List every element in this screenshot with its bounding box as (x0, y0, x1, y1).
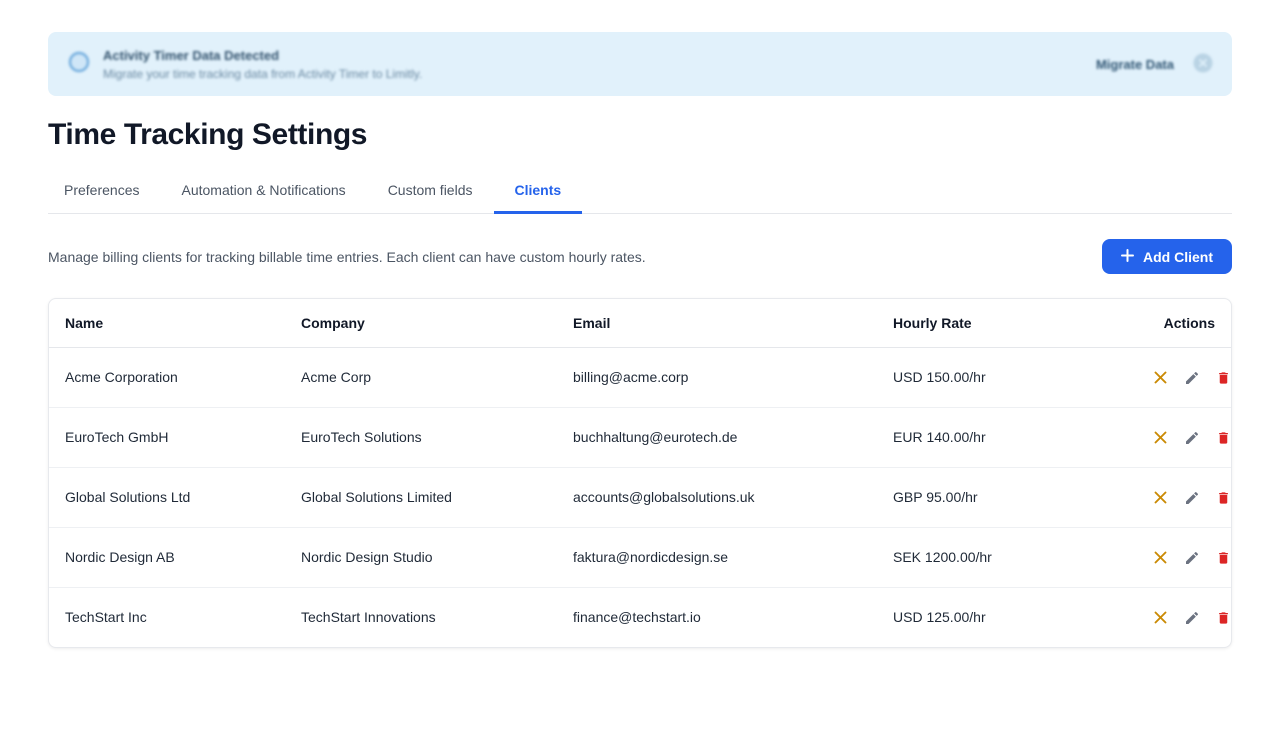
x-icon (1153, 610, 1168, 625)
x-icon (1153, 370, 1168, 385)
clients-toolbar: Manage billing clients for tracking bill… (48, 239, 1232, 274)
table-header-row: Name Company Email Hourly Rate Actions (49, 299, 1231, 347)
deactivate-client-button[interactable] (1153, 430, 1168, 445)
client-email: billing@acme.corp (557, 347, 877, 407)
edit-client-button[interactable] (1184, 430, 1200, 446)
pencil-icon (1184, 490, 1200, 506)
column-header-email: Email (557, 299, 877, 347)
client-hourly-rate: SEK 1200.00/hr (877, 527, 1125, 587)
delete-client-button[interactable] (1216, 430, 1231, 446)
close-circle-icon (1192, 52, 1214, 77)
trash-icon (1216, 610, 1231, 626)
client-name: EuroTech GmbH (49, 407, 285, 467)
client-email: buchhaltung@eurotech.de (557, 407, 877, 467)
client-company: Nordic Design Studio (285, 527, 557, 587)
client-email: finance@techstart.io (557, 587, 877, 647)
client-hourly-rate: GBP 95.00/hr (877, 467, 1125, 527)
add-client-label: Add Client (1143, 249, 1213, 265)
info-circle-icon (68, 51, 90, 78)
deactivate-client-button[interactable] (1153, 490, 1168, 505)
client-hourly-rate: EUR 140.00/hr (877, 407, 1125, 467)
trash-icon (1216, 430, 1231, 446)
pencil-icon (1184, 370, 1200, 386)
client-company: Acme Corp (285, 347, 557, 407)
x-icon (1153, 430, 1168, 445)
client-company: TechStart Innovations (285, 587, 557, 647)
banner-title: Activity Timer Data Detected (103, 48, 422, 63)
client-name: TechStart Inc (49, 587, 285, 647)
client-name: Global Solutions Ltd (49, 467, 285, 527)
x-icon (1153, 550, 1168, 565)
client-name: Acme Corporation (49, 347, 285, 407)
delete-client-button[interactable] (1216, 490, 1231, 506)
settings-tabs: Preferences Automation & Notifications C… (48, 182, 1232, 214)
page-title: Time Tracking Settings (48, 118, 1232, 152)
table-row: TechStart Inc TechStart Innovations fina… (49, 587, 1231, 647)
column-header-name: Name (49, 299, 285, 347)
tab-preferences[interactable]: Preferences (48, 182, 160, 214)
trash-icon (1216, 490, 1231, 506)
trash-icon (1216, 370, 1231, 386)
client-name: Nordic Design AB (49, 527, 285, 587)
deactivate-client-button[interactable] (1153, 370, 1168, 385)
plus-icon (1121, 249, 1134, 265)
deactivate-client-button[interactable] (1153, 550, 1168, 565)
column-header-actions: Actions (1125, 299, 1231, 347)
migration-banner: Activity Timer Data Detected Migrate you… (48, 32, 1232, 96)
edit-client-button[interactable] (1184, 610, 1200, 626)
delete-client-button[interactable] (1216, 610, 1231, 626)
pencil-icon (1184, 430, 1200, 446)
clients-table: Name Company Email Hourly Rate Actions A… (49, 299, 1231, 647)
delete-client-button[interactable] (1216, 370, 1231, 386)
tab-custom-fields[interactable]: Custom fields (367, 182, 494, 214)
delete-client-button[interactable] (1216, 550, 1231, 566)
settings-page: Activity Timer Data Detected Migrate you… (0, 32, 1280, 648)
client-email: faktura@nordicdesign.se (557, 527, 877, 587)
banner-subtitle: Migrate your time tracking data from Act… (103, 67, 422, 81)
tab-clients[interactable]: Clients (494, 182, 583, 214)
edit-client-button[interactable] (1184, 490, 1200, 506)
column-header-company: Company (285, 299, 557, 347)
clients-description: Manage billing clients for tracking bill… (48, 249, 646, 265)
add-client-button[interactable]: Add Client (1102, 239, 1232, 274)
x-icon (1153, 490, 1168, 505)
pencil-icon (1184, 610, 1200, 626)
trash-icon (1216, 550, 1231, 566)
clients-table-card: Name Company Email Hourly Rate Actions A… (48, 298, 1232, 648)
deactivate-client-button[interactable] (1153, 610, 1168, 625)
tab-automation-notifications[interactable]: Automation & Notifications (160, 182, 366, 214)
client-email: accounts@globalsolutions.uk (557, 467, 877, 527)
edit-client-button[interactable] (1184, 370, 1200, 386)
pencil-icon (1184, 550, 1200, 566)
column-header-hourly-rate: Hourly Rate (877, 299, 1125, 347)
client-hourly-rate: USD 150.00/hr (877, 347, 1125, 407)
table-row: Acme Corporation Acme Corp billing@acme.… (49, 347, 1231, 407)
client-hourly-rate: USD 125.00/hr (877, 587, 1125, 647)
table-row: Global Solutions Ltd Global Solutions Li… (49, 467, 1231, 527)
table-row: EuroTech GmbH EuroTech Solutions buchhal… (49, 407, 1231, 467)
table-row: Nordic Design AB Nordic Design Studio fa… (49, 527, 1231, 587)
edit-client-button[interactable] (1184, 550, 1200, 566)
migrate-data-button[interactable]: Migrate Data (1096, 57, 1174, 72)
client-company: Global Solutions Limited (285, 467, 557, 527)
dismiss-banner-button[interactable] (1192, 52, 1214, 77)
client-company: EuroTech Solutions (285, 407, 557, 467)
